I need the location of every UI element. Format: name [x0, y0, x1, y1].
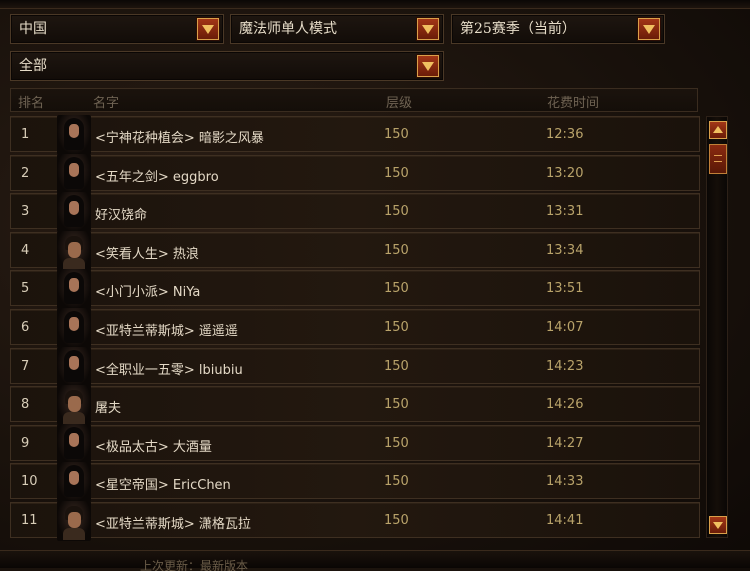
row-rank: 2 [21, 165, 30, 181]
row-level: 150 [384, 165, 409, 181]
row-time: 14:23 [546, 358, 584, 374]
table-row[interactable]: 2 <五年之剑> eggbro 150 13:20 [10, 153, 700, 194]
row-rank: 6 [21, 319, 30, 335]
chevron-down-icon[interactable] [417, 18, 439, 40]
row-time: 13:20 [546, 165, 584, 181]
row-player-name: <笑看人生> 热浪 [95, 246, 199, 262]
table-row[interactable]: 3 好汉饶命 150 13:31 [10, 192, 700, 233]
row-rank: 10 [21, 474, 38, 490]
table-row[interactable]: 10 <星空帝国> EricChen 150 14:33 [10, 462, 700, 503]
row-player-name: <五年之剑> eggbro [95, 169, 219, 185]
row-player-name: 好汉饶命 [95, 208, 148, 224]
row-player-name: 屠夫 [95, 401, 122, 417]
mode-dropdown[interactable]: 魔法师单人模式 [230, 14, 444, 44]
hero-portrait-icon [57, 230, 91, 271]
row-rank: 11 [21, 512, 38, 528]
table-row[interactable]: 7 <全职业一五零> lbiubiu 150 14:23 [10, 346, 700, 387]
row-time: 14:27 [546, 435, 584, 451]
chevron-down-icon[interactable] [197, 18, 219, 40]
table-row[interactable]: 11 <亚特兰蒂斯城> 潇格瓦拉 150 14:41 [10, 500, 700, 541]
row-player-name: <极品太古> 大酒量 [95, 439, 212, 455]
category-dropdown[interactable]: 全部 [10, 51, 444, 81]
hero-portrait-icon [57, 115, 91, 155]
row-rank: 7 [21, 358, 30, 374]
hero-portrait-icon [57, 346, 91, 387]
header-time: 花费时间 [547, 96, 600, 111]
row-level: 150 [384, 512, 409, 528]
row-player-name: <宁神花种植会> 暗影之风暴 [95, 131, 264, 146]
arrow-up-icon[interactable] [709, 121, 727, 139]
scrollbar[interactable] [706, 116, 728, 538]
row-rank: 4 [21, 242, 30, 258]
region-dropdown[interactable]: 中国 [10, 14, 224, 44]
row-level: 150 [384, 397, 409, 413]
footer-text: 上次更新：最新版本 [140, 559, 249, 571]
row-level: 150 [384, 435, 409, 451]
header-level: 层级 [386, 96, 413, 111]
row-rank: 8 [21, 397, 30, 413]
table-row[interactable]: 6 <亚特兰蒂斯城> 遥遥遥 150 14:07 [10, 307, 700, 348]
chevron-down-icon[interactable] [638, 18, 660, 40]
row-rank: 9 [21, 435, 30, 451]
hero-portrait-icon [57, 500, 91, 541]
row-time: 12:36 [546, 127, 584, 142]
hero-portrait-icon [57, 462, 91, 503]
season-dropdown[interactable]: 第25赛季（当前） [451, 14, 665, 44]
row-level: 150 [384, 242, 409, 258]
region-dropdown-value: 中国 [19, 21, 47, 37]
leaderboard-header: 排名 名字 层级 花费时间 [10, 88, 698, 112]
top-frame [0, 0, 750, 9]
hero-portrait-icon [57, 192, 91, 233]
row-player-name: <小门小派> NiYa [95, 285, 201, 301]
row-level: 150 [384, 204, 409, 220]
row-player-name: <全职业一五零> lbiubiu [95, 362, 243, 378]
table-row[interactable]: 4 <笑看人生> 热浪 150 13:34 [10, 230, 700, 271]
header-name: 名字 [93, 96, 120, 111]
row-level: 150 [384, 474, 409, 490]
row-player-name: <星空帝国> EricChen [95, 478, 231, 494]
row-player-name: <亚特兰蒂斯城> 潇格瓦拉 [95, 516, 251, 532]
row-rank: 1 [21, 127, 30, 142]
table-row[interactable]: 8 屠夫 150 14:26 [10, 385, 700, 426]
leaderboard-list: 1 <宁神花种植会> 暗影之风暴 150 12:36 2 <五年之剑> eggbro 150… [10, 115, 700, 541]
row-time: 13:34 [546, 242, 584, 258]
row-time: 14:41 [546, 512, 584, 528]
row-time: 14:33 [546, 474, 584, 490]
bottom-frame [0, 550, 750, 568]
row-time: 13:31 [546, 204, 584, 220]
row-time: 13:51 [546, 281, 584, 297]
row-level: 150 [384, 319, 409, 335]
row-level: 150 [384, 127, 409, 142]
hero-portrait-icon [57, 153, 91, 194]
header-rank: 排名 [18, 96, 45, 111]
hero-portrait-icon [57, 385, 91, 426]
category-dropdown-value: 全部 [19, 58, 47, 74]
arrow-down-icon[interactable] [709, 516, 727, 534]
hero-portrait-icon [57, 307, 91, 348]
chevron-down-icon[interactable] [417, 55, 439, 77]
row-level: 150 [384, 358, 409, 374]
row-level: 150 [384, 281, 409, 297]
season-dropdown-value: 第25赛季（当前） [460, 21, 576, 37]
row-time: 14:07 [546, 319, 584, 335]
mode-dropdown-value: 魔法师单人模式 [239, 21, 337, 37]
hero-portrait-icon [57, 423, 91, 464]
row-rank: 5 [21, 281, 30, 297]
table-row[interactable]: 1 <宁神花种植会> 暗影之风暴 150 12:36 [10, 115, 700, 155]
scroll-thumb[interactable] [709, 144, 727, 174]
row-player-name: <亚特兰蒂斯城> 遥遥遥 [95, 323, 238, 339]
table-row[interactable]: 5 <小门小派> NiYa 150 13:51 [10, 269, 700, 310]
table-row[interactable]: 9 <极品太古> 大酒量 150 14:27 [10, 423, 700, 464]
row-time: 14:26 [546, 397, 584, 413]
row-rank: 3 [21, 204, 30, 220]
hero-portrait-icon [57, 269, 91, 310]
